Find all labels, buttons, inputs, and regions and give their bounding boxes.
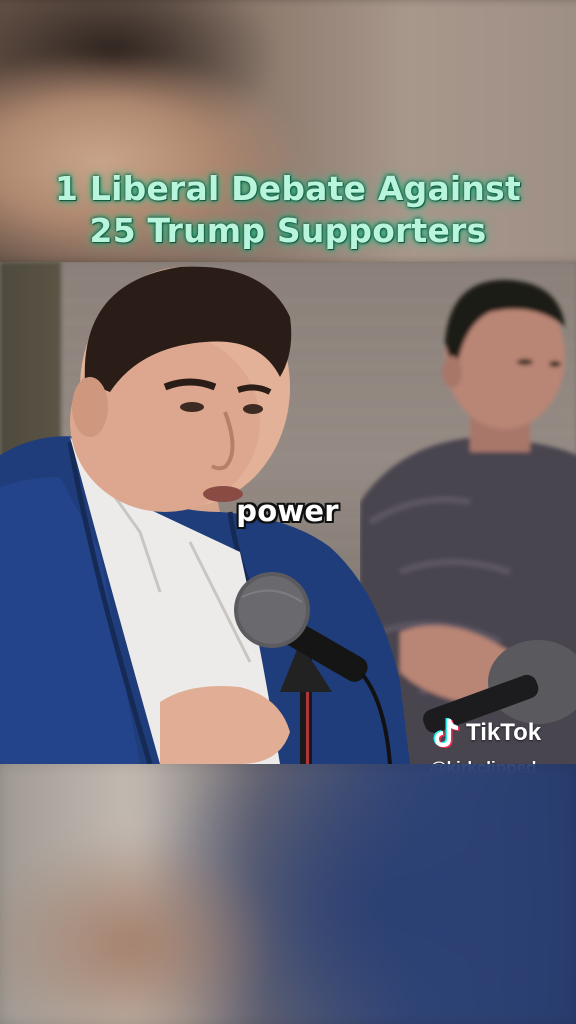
video-content[interactable] bbox=[0, 262, 576, 764]
video-title-line-1: 1 Liberal Debate Against bbox=[55, 169, 521, 208]
speaker-image bbox=[0, 266, 410, 764]
video-title-line-2: 25 Trump Supporters bbox=[89, 211, 487, 250]
video-title: 1 Liberal Debate Against 25 Trump Suppor… bbox=[0, 168, 576, 252]
video-frame[interactable]: 1 Liberal Debate Against 25 Trump Suppor… bbox=[0, 0, 576, 1024]
tiktok-note-icon bbox=[433, 718, 460, 748]
tiktok-brand-text: TikTok bbox=[466, 719, 542, 746]
blurred-background-bottom bbox=[0, 764, 576, 1024]
